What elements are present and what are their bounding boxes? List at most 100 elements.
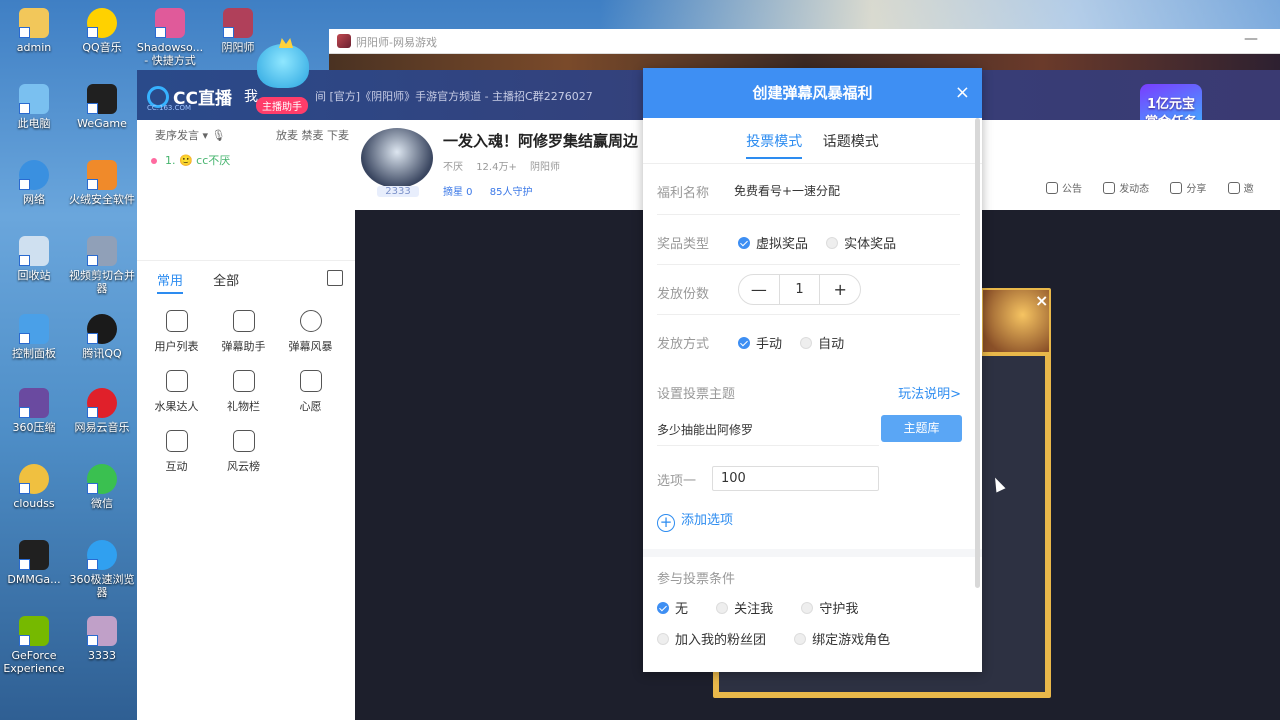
option1-label: 选项一 [657, 474, 697, 489]
option1-input[interactable]: 100 [712, 466, 879, 491]
cond-fans-radio[interactable]: 加入我的粉丝团 [657, 633, 766, 648]
tab-vote-mode[interactable]: 投票模式 [746, 134, 803, 159]
desktop-icon-360zip[interactable]: 360压缩 [0, 388, 68, 434]
desktop-icon-admin[interactable]: admin [0, 8, 68, 54]
stream-stats: 不厌 12.4万+ 阴阳师 [443, 162, 561, 173]
desktop-icon-huorong[interactable]: 火绒安全软件 [68, 160, 136, 206]
desktop-icon-360browser[interactable]: 360极速浏览器 [68, 540, 136, 599]
method-manual-radio[interactable]: 手动 [738, 337, 782, 352]
globe-icon [19, 160, 49, 190]
count-label: 发放份数 [657, 287, 710, 302]
quantity-stepper: — 1 + [738, 274, 861, 305]
theme-library-button[interactable]: 主题库 [881, 415, 962, 442]
scissors-icon [87, 236, 117, 266]
rules-link[interactable]: 玩法说明> [898, 383, 961, 402]
mic-controls[interactable]: 放麦 禁麦 下麦 [276, 127, 349, 143]
cond-none-radio[interactable]: 无 [657, 602, 688, 617]
add-option-button[interactable]: + 添加选项 [657, 509, 733, 532]
dialog-close-button[interactable]: × [955, 68, 970, 118]
cond-follow-radio[interactable]: 关注我 [716, 602, 773, 617]
mic-queue-item[interactable]: 1. 🙂 cc不厌 [151, 152, 230, 168]
method-auto-radio[interactable]: 自动 [800, 337, 844, 352]
desktop-icon-dmm[interactable]: DMMGa... [0, 540, 68, 586]
desktop-icon-network[interactable]: 网络 [0, 160, 68, 206]
desktop-icon-onmyoji[interactable]: 阴阳师 [204, 8, 272, 54]
tab-topic-mode[interactable]: 话题模式 [823, 134, 879, 157]
star-badge[interactable]: 摘星 0 [443, 187, 473, 198]
recycle-bin-icon [19, 236, 49, 266]
archive-icon [19, 388, 49, 418]
decrement-button[interactable]: — [739, 275, 779, 304]
dmm-icon [19, 540, 49, 570]
tool-gift-bar[interactable]: 礼物栏 [210, 370, 277, 414]
control-panel-icon [19, 314, 49, 344]
divider [657, 264, 960, 265]
desktop-icon-recycle-bin[interactable]: 回收站 [0, 236, 68, 282]
header-actions-bar: 公告 发动态 分享 邀 [982, 120, 1280, 210]
post-moment-button[interactable]: 发动态 [1103, 182, 1149, 195]
tool-fruit-master[interactable]: 水果达人 [143, 370, 210, 414]
cond-bind-radio[interactable]: 绑定游戏角色 [794, 633, 890, 648]
mascot-icon [257, 44, 309, 88]
tool-danmaku-assistant[interactable]: 弹幕助手 [210, 310, 277, 354]
share-button[interactable]: 分享 [1170, 182, 1206, 195]
desktop-icon-qq[interactable]: 腾讯QQ [68, 314, 136, 360]
onmyoji-app-icon [337, 34, 351, 48]
radio-checked-icon [738, 237, 750, 249]
guard-badge[interactable]: 85人守护 [490, 187, 533, 198]
tool-tabs: 常用 全部 [157, 270, 265, 294]
welfare-name-value[interactable]: 免费看号+一速分配 [734, 182, 840, 199]
increment-button[interactable]: + [820, 275, 860, 304]
invite-button[interactable]: 邀 [1227, 182, 1254, 195]
window-title: 阴阳师-网易游戏 [356, 36, 437, 49]
popup-close-button[interactable]: × [1035, 291, 1048, 310]
desktop-icon-netease-music[interactable]: 网易云音乐 [68, 388, 136, 434]
anchor-assistant-badge[interactable]: 主播助手 [256, 97, 308, 114]
announcement-button[interactable]: 公告 [1046, 182, 1082, 195]
desktop-icon-3333[interactable]: 3333 [68, 616, 136, 662]
conditions-label: 参与投票条件 [657, 572, 736, 587]
tool-user-list[interactable]: 用户列表 [143, 310, 210, 354]
prize-virtual-radio[interactable]: 虚拟奖品 [738, 237, 808, 252]
radio-unchecked-icon [801, 602, 814, 614]
desktop-icon-wegame[interactable]: WeGame [68, 84, 136, 130]
plus-circle-icon: + [657, 514, 675, 532]
desktop-icon-wechat[interactable]: 微信 [68, 464, 136, 510]
announcement-icon [1046, 182, 1058, 194]
desktop-icon-geforce[interactable]: GeForce Experience [0, 616, 68, 675]
mic-queue-dropdown[interactable]: 麦序发言 [155, 129, 199, 142]
browser-icon [87, 540, 117, 570]
prize-physical-radio[interactable]: 实体奖品 [826, 237, 896, 252]
tool-wish[interactable]: 心愿 [277, 370, 344, 414]
desktop-icon-this-pc[interactable]: 此电脑 [0, 84, 68, 130]
fruit-machine-icon [165, 370, 188, 392]
radio-unchecked-icon [826, 237, 839, 249]
prize-type-label: 奖品类型 [657, 237, 710, 252]
onmyoji-icon [223, 8, 253, 38]
tool-grid: 用户列表 弹幕助手 弹幕风暴 水果达人 礼物栏 心愿 互动 风云榜 [143, 310, 353, 474]
window-titlebar[interactable]: 阴阳师-网易游戏 — [329, 29, 1280, 54]
dialog-scrollbar[interactable] [975, 118, 980, 588]
radio-unchecked-icon [657, 633, 669, 645]
edit-icon[interactable] [327, 270, 343, 286]
radio-checked-icon [657, 602, 669, 614]
desktop-icon-video-cutter[interactable]: 视频剪切合并器 [68, 236, 136, 295]
vote-theme-input[interactable]: 多少抽能出阿修罗 [657, 421, 753, 438]
divider [657, 214, 960, 215]
minimize-button[interactable]: — [1244, 31, 1258, 47]
desktop-icon-shadowsocks[interactable]: Shadowso... - 快捷方式 [136, 8, 204, 67]
desktop-icon-qqmusic[interactable]: QQ音乐 [68, 8, 136, 54]
desktop-icon-cloudss[interactable]: cloudss [0, 464, 68, 510]
cc-logo: CC直播 CC.163.COM [147, 84, 232, 112]
quantity-value[interactable]: 1 [778, 275, 821, 304]
tool-interact[interactable]: 互动 [143, 430, 210, 474]
tool-danmaku-storm[interactable]: 弹幕风暴 [277, 310, 344, 354]
tool-leaderboard[interactable]: 风云榜 [210, 430, 277, 474]
tab-all[interactable]: 全部 [213, 274, 239, 289]
desktop-icon-control-panel[interactable]: 控制面板 [0, 314, 68, 360]
user-list-icon [165, 310, 188, 332]
method-label: 发放方式 [657, 337, 710, 352]
cond-guard-radio[interactable]: 守护我 [801, 602, 858, 617]
avatar[interactable] [361, 128, 433, 188]
tab-common[interactable]: 常用 [157, 274, 184, 294]
